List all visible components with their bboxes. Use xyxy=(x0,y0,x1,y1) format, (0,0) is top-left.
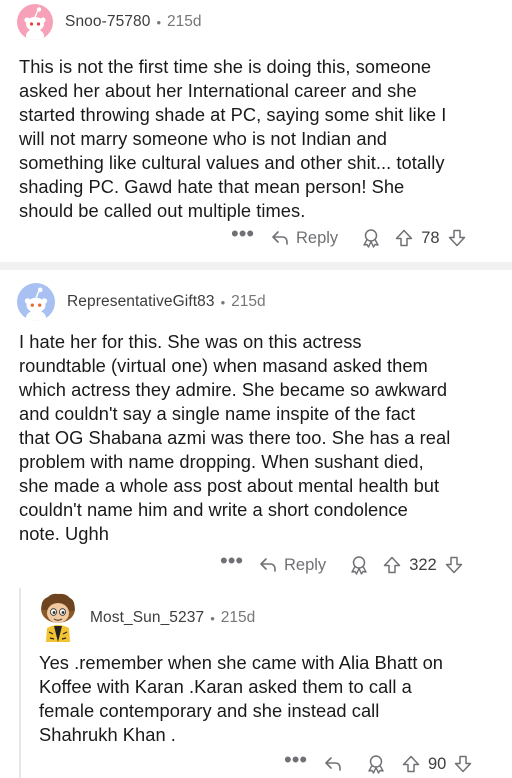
comment-age: 215d xyxy=(231,293,266,310)
comment-separator xyxy=(0,262,512,270)
reply-icon xyxy=(325,757,341,771)
upvote-icon[interactable] xyxy=(394,228,414,248)
comment-actions: ••• Reply 78 xyxy=(231,223,467,252)
upvote-icon[interactable] xyxy=(382,555,402,575)
author-name[interactable]: RepresentativeGift83 xyxy=(67,293,215,311)
vote-controls: 90 xyxy=(401,754,473,774)
more-options-button[interactable]: ••• xyxy=(231,223,254,245)
custom-avatar-icon xyxy=(41,593,75,642)
reply-button[interactable]: Reply xyxy=(258,555,326,575)
reply-icon xyxy=(272,231,288,245)
comment-1: Snoo-75780 • 215d This is not the first … xyxy=(0,0,512,262)
author-name[interactable]: Snoo-75780 xyxy=(65,13,150,31)
comment-actions: ••• Reply 322 xyxy=(220,550,464,579)
reply-button[interactable]: Reply xyxy=(270,228,338,248)
more-options-button[interactable]: ••• xyxy=(220,550,243,572)
upvote-icon[interactable] xyxy=(401,754,421,774)
reply-label: Reply xyxy=(296,228,339,247)
vote-score: 90 xyxy=(428,754,447,773)
comment-body: Yes .remember when she came with Alia Bh… xyxy=(39,652,444,745)
avatar[interactable] xyxy=(17,283,55,321)
separator-dot: • xyxy=(220,294,226,310)
vote-score: 322 xyxy=(409,555,437,574)
reply-label: Reply xyxy=(284,555,327,574)
snoo-avatar-icon xyxy=(24,7,46,40)
comment-age: 215d xyxy=(220,609,256,626)
award-button[interactable] xyxy=(365,753,387,775)
comment-age: 215d xyxy=(167,13,202,30)
avatar[interactable] xyxy=(36,592,80,644)
avatar[interactable] xyxy=(17,4,53,40)
comment-actions: ••• 90 xyxy=(284,749,473,778)
reply-button[interactable] xyxy=(323,754,343,774)
award-icon xyxy=(363,229,379,248)
separator-dot: • xyxy=(210,610,215,626)
comment-header: Most_Sun_5237 • 215d xyxy=(36,592,255,644)
author-name[interactable]: Most_Sun_5237 xyxy=(90,609,204,627)
award-icon xyxy=(368,755,384,774)
comment-header: Snoo-75780 • 215d xyxy=(17,4,202,40)
award-icon xyxy=(351,556,367,575)
award-button[interactable] xyxy=(348,554,370,576)
snoo-avatar-icon xyxy=(24,287,48,321)
comment-2: RepresentativeGift83 • 215d I hate her f… xyxy=(0,270,512,588)
vote-controls: 322 xyxy=(382,555,464,575)
comment-body: I hate her for this. She was on this act… xyxy=(19,331,451,544)
vote-controls: 78 xyxy=(394,228,466,248)
award-button[interactable] xyxy=(360,227,382,249)
more-options-button[interactable]: ••• xyxy=(284,749,307,771)
separator-dot: • xyxy=(156,14,162,30)
vote-score: 78 xyxy=(421,228,440,247)
comment-body: This is not the first time she is doing … xyxy=(19,56,447,221)
comment-header: RepresentativeGift83 • 215d xyxy=(17,282,266,322)
downvote-icon[interactable] xyxy=(453,754,473,774)
reply-icon xyxy=(260,558,276,572)
comment-3: Most_Sun_5237 • 215d Yes .remember when … xyxy=(0,588,512,778)
downvote-icon[interactable] xyxy=(444,555,464,575)
downvote-icon[interactable] xyxy=(447,228,467,248)
